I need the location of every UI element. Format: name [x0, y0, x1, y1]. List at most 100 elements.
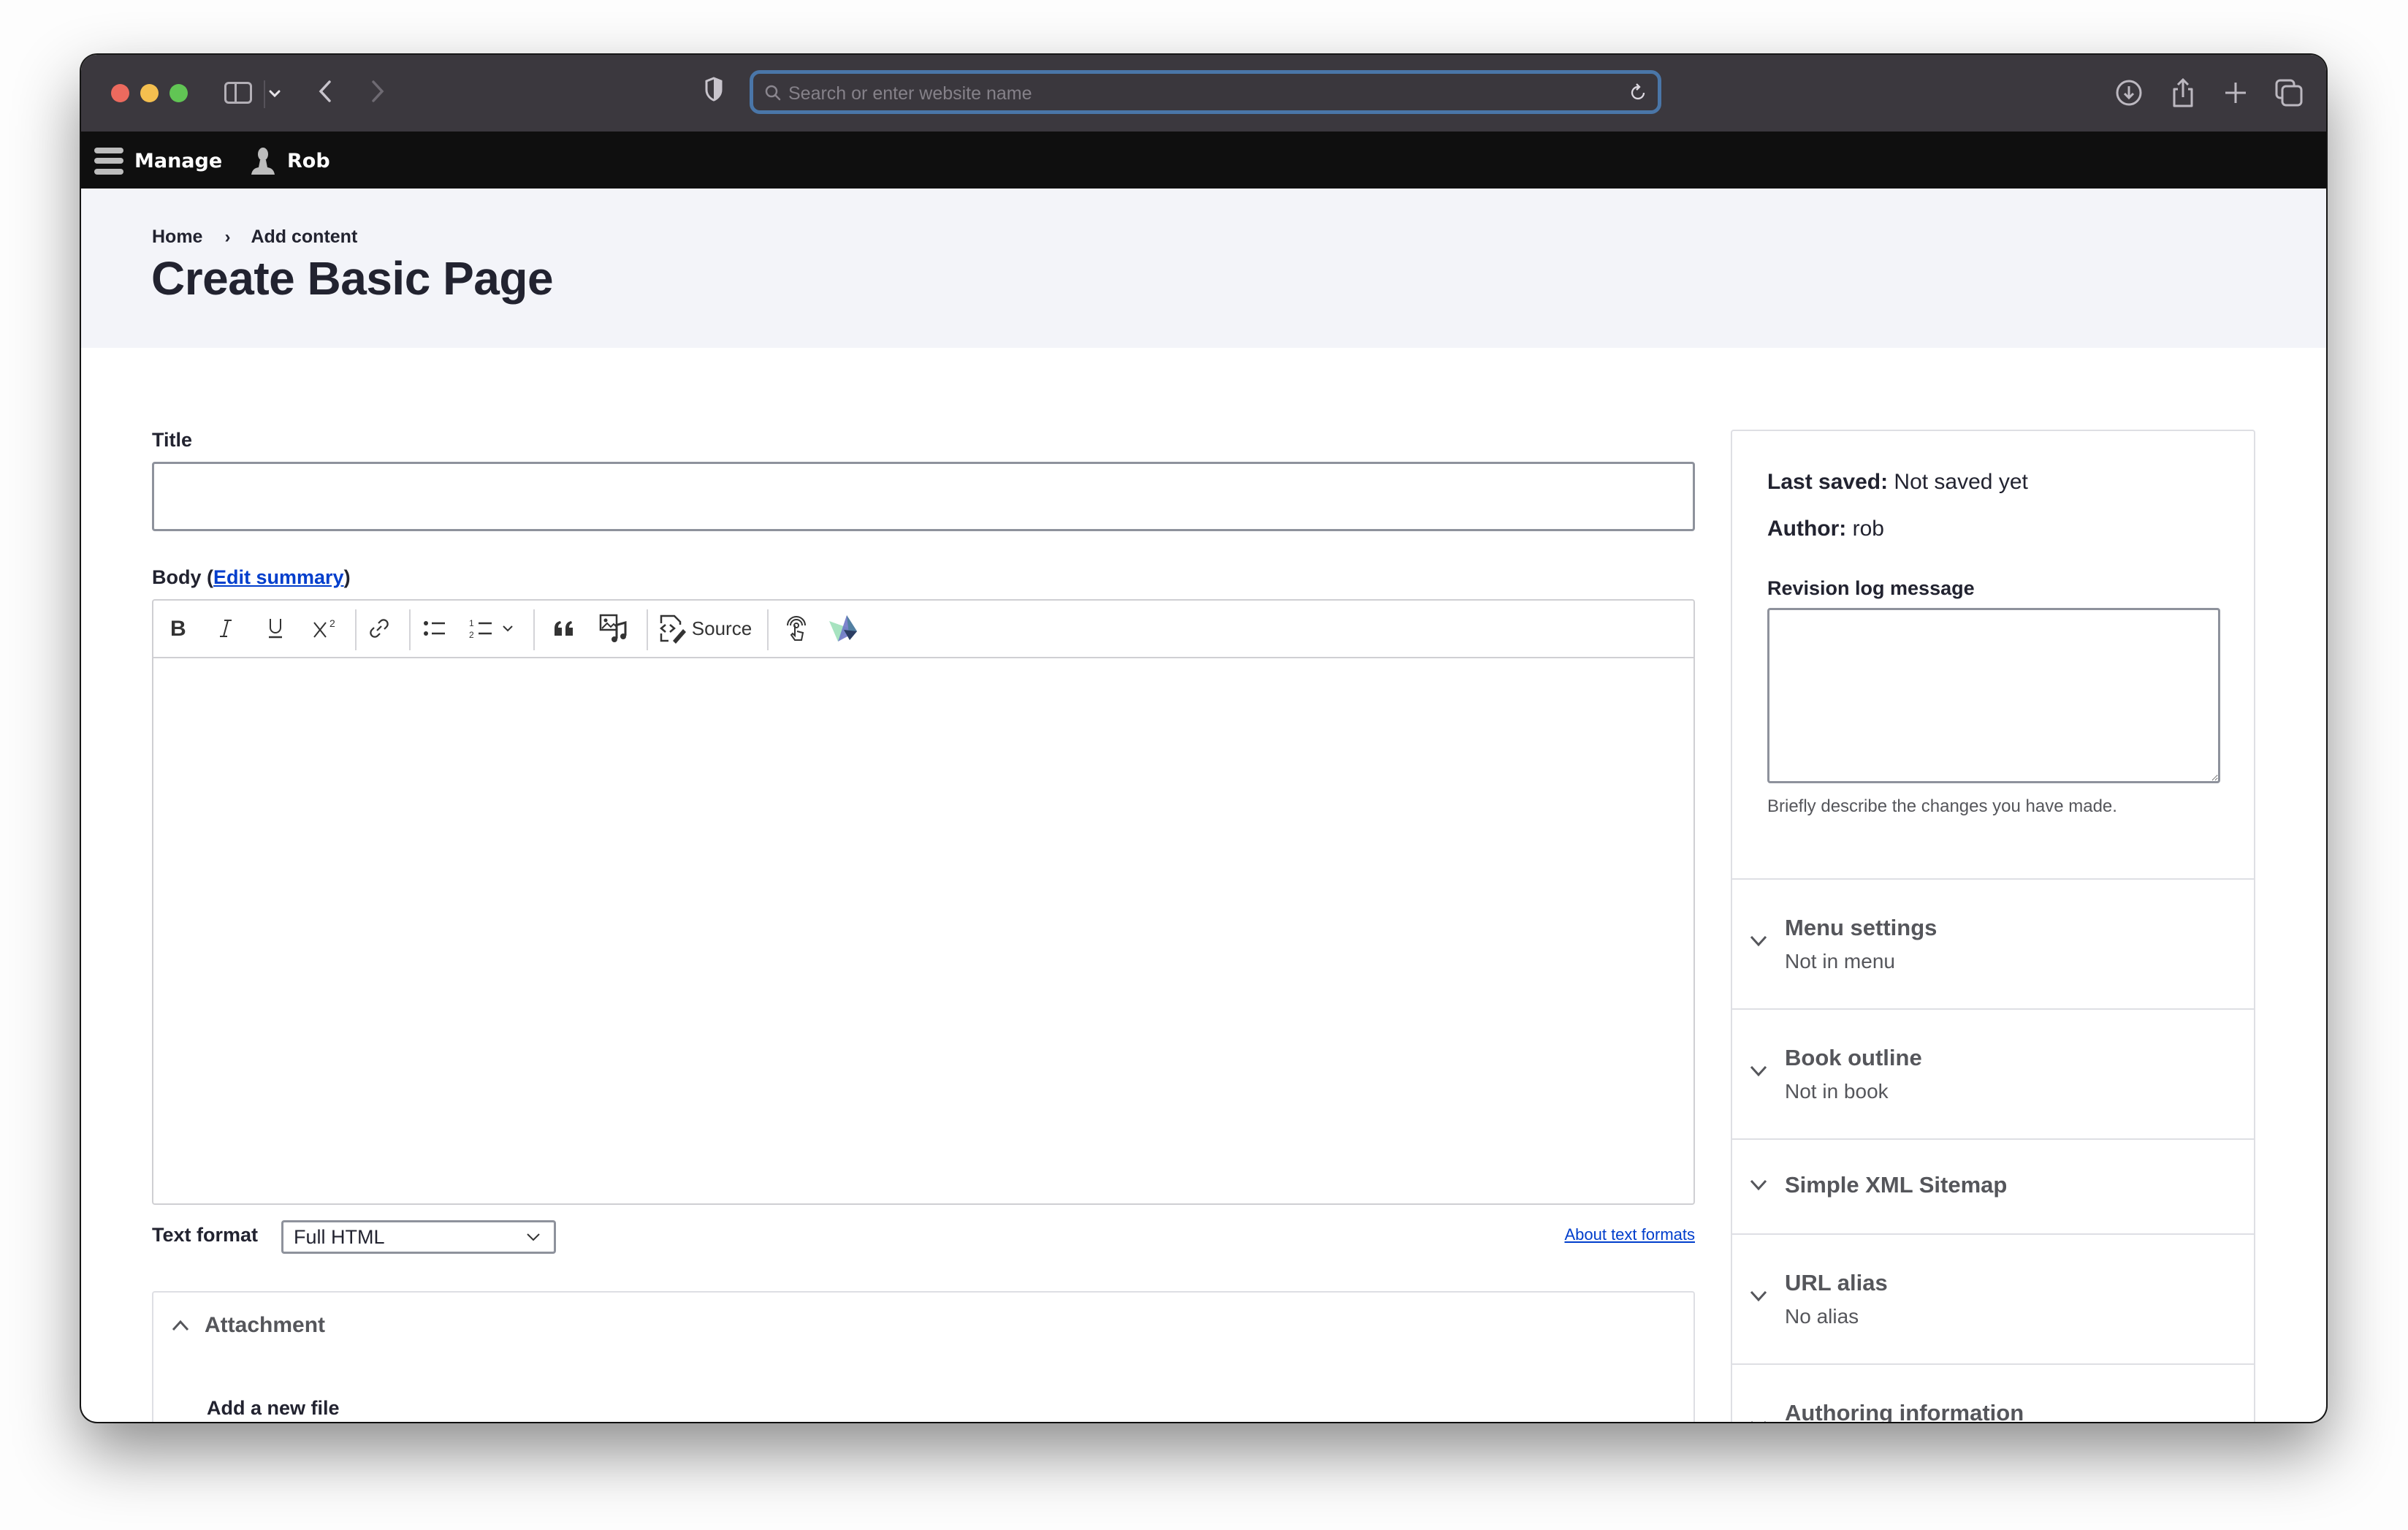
title-input[interactable] — [152, 462, 1695, 531]
chevron-down-icon[interactable] — [268, 79, 281, 113]
bulleted-list-button[interactable] — [419, 612, 451, 644]
body-paren-close: ) — [343, 566, 351, 588]
tabs-overview-icon[interactable] — [2273, 77, 2305, 109]
shield-icon[interactable] — [704, 77, 723, 102]
body-editor-content[interactable] — [153, 658, 1693, 1203]
chevron-down-icon — [1750, 935, 1767, 947]
blockquote-button[interactable] — [548, 612, 580, 644]
source-icon — [659, 614, 686, 644]
body-label-text: Body — [152, 566, 202, 588]
url-alias-title: URL alias — [1785, 1270, 1888, 1295]
user-label: Rob — [287, 149, 330, 172]
toolbar-separator — [767, 609, 769, 650]
link-icon — [370, 619, 389, 638]
underline-button[interactable] — [262, 612, 289, 644]
attachment-details: Attachment Add a new file — [152, 1291, 1695, 1422]
blockquote-icon — [555, 621, 573, 636]
text-format-selected: Full HTML — [294, 1225, 385, 1248]
page-header: Home › Add content Create Basic Page — [81, 189, 2326, 348]
breadcrumb-add-content[interactable]: Add content — [251, 227, 357, 248]
manage-label: Manage — [134, 149, 223, 172]
menu-settings-section[interactable]: Menu settings Not in menu — [1732, 878, 2254, 1010]
address-bar[interactable] — [750, 70, 1661, 114]
breadcrumb: Home › Add content — [152, 227, 357, 248]
authoring-information-section[interactable]: Authoring information — [1732, 1363, 2254, 1422]
download-icon[interactable] — [2113, 77, 2145, 109]
reload-icon[interactable] — [1628, 83, 1649, 103]
revision-log-description: Briefly describe the changes you have ma… — [1767, 796, 2117, 816]
revision-log-textarea[interactable] — [1767, 608, 2220, 783]
author: Author: rob — [1767, 517, 1884, 541]
insert-media-button[interactable] — [596, 612, 631, 644]
body-paren-open: ( — [201, 566, 213, 588]
plugin-logo-icon — [829, 615, 857, 642]
bold-icon: B — [170, 617, 186, 639]
bold-button[interactable]: B — [164, 612, 191, 644]
breadcrumb-separator: › — [224, 227, 231, 247]
text-format-label: Text format — [152, 1224, 259, 1246]
italic-button[interactable] — [212, 612, 240, 644]
source-button[interactable]: Source — [655, 612, 754, 644]
zoom-window-button[interactable] — [169, 84, 188, 102]
browser-window: Manage Rob Home › Add content Create Bas… — [81, 55, 2326, 1422]
share-icon[interactable] — [2167, 77, 2199, 109]
url-alias-section[interactable]: URL alias No alias — [1732, 1233, 2254, 1365]
user-icon — [251, 148, 275, 175]
user-menu-button[interactable]: Rob — [249, 146, 330, 175]
hamburger-icon — [94, 147, 123, 175]
breadcrumb-home[interactable]: Home — [152, 227, 202, 248]
accessibility-checker-icon — [787, 616, 806, 641]
browser-titlebar — [81, 55, 2326, 132]
bulleted-list-icon — [424, 621, 445, 636]
svg-text:B: B — [170, 617, 186, 639]
svg-text:2: 2 — [329, 617, 335, 629]
simple-xml-sitemap-section[interactable]: Simple XML Sitemap — [1732, 1138, 2254, 1235]
manage-button[interactable]: Manage — [94, 146, 222, 175]
plus-icon[interactable] — [2220, 77, 2252, 109]
attachment-summary[interactable]: Attachment — [171, 1313, 325, 1338]
underline-icon — [269, 619, 282, 639]
close-window-button[interactable] — [111, 84, 129, 102]
book-outline-summary: Not in book — [1785, 1080, 1889, 1103]
chevron-right-icon[interactable] — [366, 73, 388, 118]
svg-text:2: 2 — [469, 630, 474, 639]
authoring-information-title: Authoring information — [1785, 1400, 2024, 1422]
address-input[interactable] — [787, 80, 1593, 107]
toolbar-separator — [647, 609, 648, 650]
toolbar-separator — [533, 609, 535, 650]
menu-settings-title: Menu settings — [1785, 915, 1938, 940]
plugin-logo-button[interactable] — [826, 612, 861, 644]
editor-toolbar: B 2 12 Source — [153, 601, 1693, 658]
last-saved-value: Not saved yet — [1888, 470, 2028, 494]
chevron-down-icon — [503, 625, 513, 632]
toolbar-separator — [355, 609, 357, 650]
numbered-list-button[interactable]: 12 — [465, 612, 518, 644]
edit-summary-link[interactable]: Edit summary — [213, 566, 344, 588]
numbered-list-icon: 12 — [469, 618, 492, 639]
chevron-up-icon — [172, 1320, 189, 1331]
source-label: Source — [691, 617, 752, 639]
author-label: Author: — [1767, 517, 1847, 541]
chevron-left-icon[interactable] — [315, 73, 337, 118]
book-outline-section[interactable]: Book outline Not in book — [1732, 1008, 2254, 1140]
url-alias-summary: No alias — [1785, 1305, 1859, 1328]
minimize-window-button[interactable] — [140, 84, 159, 102]
superscript-icon: 2 — [313, 617, 335, 638]
insert-media-icon — [599, 614, 627, 642]
superscript-button[interactable]: 2 — [310, 612, 342, 644]
link-button[interactable] — [363, 612, 395, 644]
last-saved-label: Last saved: — [1767, 470, 1889, 494]
revision-log-label: Revision log message — [1767, 577, 1975, 599]
svg-text:1: 1 — [469, 618, 474, 628]
body-label: Body (Edit summary) — [152, 566, 351, 589]
toolbar-divider — [264, 80, 265, 108]
italic-icon — [220, 620, 232, 637]
text-format-select[interactable]: Full HTML — [281, 1220, 556, 1254]
about-text-formats-link[interactable]: About text formats — [1564, 1225, 1695, 1244]
accessibility-checker-button[interactable] — [780, 612, 812, 644]
attachment-title: Attachment — [205, 1313, 326, 1337]
admin-toolbar: Manage Rob — [81, 132, 2326, 189]
sidebar-icon[interactable] — [224, 82, 252, 104]
chevron-down-icon — [527, 1233, 540, 1241]
add-new-file-label: Add a new file — [207, 1397, 340, 1419]
